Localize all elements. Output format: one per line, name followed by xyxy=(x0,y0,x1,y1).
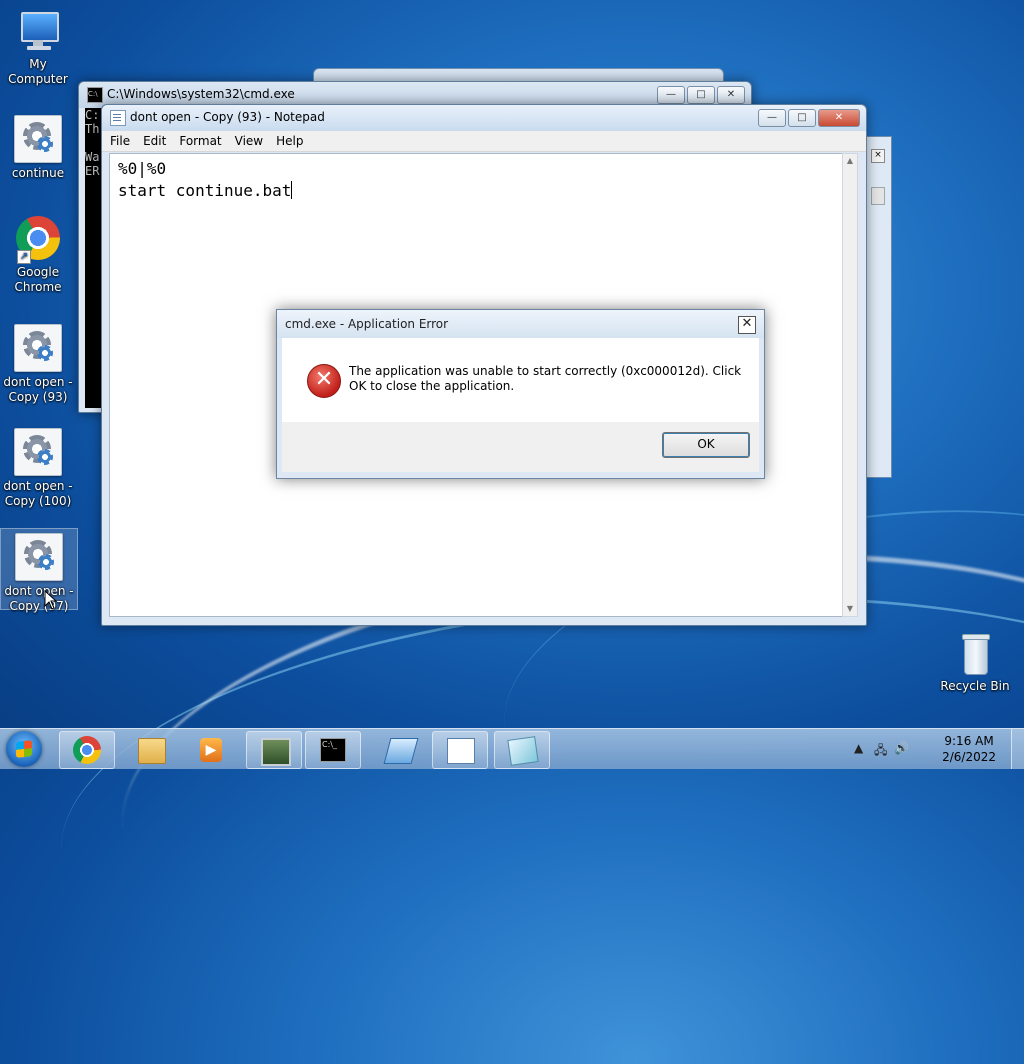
computer-icon xyxy=(15,8,61,54)
batch-file-icon xyxy=(14,324,62,372)
taskbar-network-app[interactable] xyxy=(246,731,302,769)
text-line: start continue.bat xyxy=(118,181,292,200)
background-window-edge[interactable]: × xyxy=(866,136,892,478)
taskbar-chrome[interactable] xyxy=(59,731,115,769)
desktop-icon-label: dont open - Copy (93) xyxy=(3,375,73,404)
taskbar-cmd[interactable]: C:\_ xyxy=(305,731,361,769)
notepad-titlebar[interactable]: dont open - Copy (93) - Notepad — □ ✕ xyxy=(102,105,866,131)
dialog-footer: OK xyxy=(282,422,759,472)
desktop-icon-label: dont open - Copy (97) xyxy=(4,584,74,613)
desktop-icon-label: My Computer xyxy=(8,57,68,86)
vertical-scrollbar[interactable]: ▲ ▼ xyxy=(842,153,858,617)
dialog-title: cmd.exe - Application Error xyxy=(285,317,449,331)
notepad-title: dont open - Copy (93) - Notepad xyxy=(130,110,325,124)
monitor-icon xyxy=(261,738,291,766)
taskbar-app[interactable] xyxy=(494,731,550,769)
minimize-button[interactable]: — xyxy=(657,86,685,104)
desktop-icon-dont-open-97[interactable]: dont open - Copy (97) xyxy=(0,528,78,613)
menu-help[interactable]: Help xyxy=(276,134,303,148)
chrome-icon: ↗ xyxy=(15,216,61,264)
taskbar-media-player[interactable]: ▶ xyxy=(183,731,239,769)
windows-logo-icon xyxy=(16,740,32,758)
recycle-bin-icon xyxy=(952,630,998,676)
taskbar-notepad[interactable] xyxy=(432,731,488,769)
close-button[interactable]: ✕ xyxy=(818,109,860,127)
cmd-icon: C:\_ xyxy=(320,738,346,762)
menu-view[interactable]: View xyxy=(235,134,263,148)
menu-format[interactable]: Format xyxy=(179,134,221,148)
batch-file-icon xyxy=(14,115,62,163)
scroll-up-icon[interactable]: ▲ xyxy=(843,154,857,168)
system-tray: ▲ 🖧 🔊 9:16 AM 2/6/2022 xyxy=(854,729,1024,769)
cmd-title: C:\Windows\system32\cmd.exe xyxy=(107,87,295,101)
taskbar: ▶ C:\_ ▲ 🖧 🔊 9:16 AM 2/6/2022 xyxy=(0,728,1024,769)
desktop-icon-label: dont open - Copy (100) xyxy=(3,479,73,508)
desktop-icon-dont-open-93[interactable]: dont open - Copy (93) xyxy=(0,324,76,405)
notepad-icon xyxy=(447,738,475,764)
desktop-icon-google-chrome[interactable]: ↗ Google Chrome xyxy=(0,216,76,295)
ok-button[interactable]: OK xyxy=(662,432,750,458)
folder-icon xyxy=(138,738,166,764)
maximize-button[interactable]: □ xyxy=(687,86,715,104)
menu-edit[interactable]: Edit xyxy=(143,134,166,148)
cmd-icon: C:\ xyxy=(87,87,103,103)
menu-bar: File Edit Format View Help xyxy=(102,131,866,152)
chrome-icon xyxy=(73,736,101,764)
desktop-icon-continue[interactable]: continue xyxy=(0,115,76,181)
clock[interactable]: 9:16 AM 2/6/2022 xyxy=(942,733,996,765)
desktop-icon-label: Google Chrome xyxy=(14,265,62,294)
clock-date: 2/6/2022 xyxy=(942,750,996,764)
notepad-icon xyxy=(110,110,126,126)
remote-desktop-icon xyxy=(383,738,419,764)
text-caret xyxy=(291,181,293,199)
volume-icon[interactable]: 🔊 xyxy=(894,741,909,755)
media-player-icon: ▶ xyxy=(200,738,222,762)
batch-file-icon xyxy=(14,428,62,476)
wallpaper-swoosh xyxy=(46,558,1024,1064)
desktop-icon-my-computer[interactable]: My Computer xyxy=(0,8,76,87)
dialog-body: ✕ The application was unable to start co… xyxy=(282,338,759,422)
minimize-button[interactable]: — xyxy=(758,109,786,127)
taskbar-explorer[interactable] xyxy=(123,731,179,769)
show-hidden-icons-icon[interactable]: ▲ xyxy=(854,741,863,755)
desktop-icon-dont-open-100[interactable]: dont open - Copy (100) xyxy=(0,428,76,509)
clock-time: 9:16 AM xyxy=(944,734,994,748)
dialog-titlebar[interactable]: cmd.exe - Application Error ✕ xyxy=(277,310,764,338)
desktop-icon-label: continue xyxy=(11,166,65,180)
menu-file[interactable]: File xyxy=(110,134,130,148)
scroll-down-icon[interactable]: ▼ xyxy=(843,602,857,616)
mouse-cursor-icon xyxy=(44,590,58,610)
text-line: %0|%0 xyxy=(118,159,167,178)
desktop-icon-recycle-bin[interactable]: Recycle Bin xyxy=(937,630,1013,694)
dialog-close-button[interactable]: ✕ xyxy=(738,316,756,334)
close-button[interactable]: ✕ xyxy=(717,86,745,104)
taskbar-remote[interactable] xyxy=(372,731,428,769)
application-error-dialog[interactable]: cmd.exe - Application Error ✕ ✕ The appl… xyxy=(276,309,765,479)
maximize-button[interactable]: □ xyxy=(788,109,816,127)
start-button[interactable] xyxy=(6,731,42,767)
window-icon xyxy=(507,736,539,766)
dialog-message: The application was unable to start corr… xyxy=(349,364,742,393)
error-icon: ✕ xyxy=(307,364,341,398)
batch-file-icon xyxy=(15,533,63,581)
network-icon[interactable]: 🖧 xyxy=(874,741,887,762)
desktop-icon-label: Recycle Bin xyxy=(940,679,1010,693)
show-desktop-button[interactable] xyxy=(1011,729,1024,769)
